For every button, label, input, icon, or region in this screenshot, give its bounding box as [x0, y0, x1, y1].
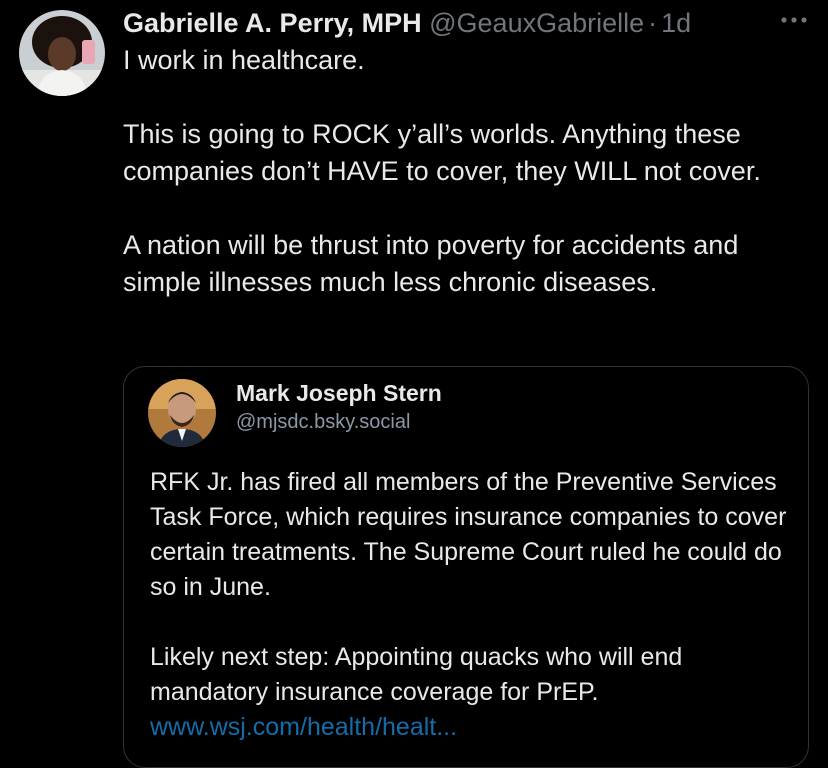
tweet[interactable]: Gabrielle A. Perry, MPH @GeauxGabrielle ·…	[0, 0, 828, 768]
quoted-post-card[interactable]: Mark Joseph Stern @mjsdc.bsky.social RFK…	[123, 366, 809, 768]
quoted-post-text: RFK Jr. has fired all members of the Pre…	[150, 465, 790, 745]
quoted-link[interactable]: www.wsj.com/health/healt...	[150, 710, 790, 745]
tweet-header: Gabrielle A. Perry, MPH @GeauxGabrielle ·…	[123, 6, 691, 40]
quoted-paragraph: RFK Jr. has fired all members of the Pre…	[150, 468, 787, 601]
more-horizontal-icon[interactable]	[776, 13, 812, 27]
quoted-author-avatar[interactable]	[148, 379, 216, 447]
tweet-timestamp[interactable]: 1d	[661, 8, 691, 38]
tweet-paragraph: I work in healthcare.	[123, 45, 365, 75]
quoted-author-name[interactable]: Mark Joseph Stern	[236, 379, 442, 407]
tweet-text: I work in healthcare. This is going to R…	[123, 42, 813, 301]
author-handle[interactable]: @GeauxGabrielle	[429, 8, 644, 38]
quoted-author-handle[interactable]: @mjsdc.bsky.social	[236, 409, 410, 435]
tweet-paragraph: This is going to ROCK y’all’s worlds. An…	[123, 119, 761, 186]
header-separator: ·	[648, 8, 658, 38]
quoted-paragraph: Likely next step: Appointing quacks who …	[150, 643, 683, 706]
author-avatar[interactable]	[19, 10, 105, 96]
tweet-paragraph: A nation will be thrust into poverty for…	[123, 230, 739, 297]
author-name[interactable]: Gabrielle A. Perry, MPH	[123, 8, 422, 38]
